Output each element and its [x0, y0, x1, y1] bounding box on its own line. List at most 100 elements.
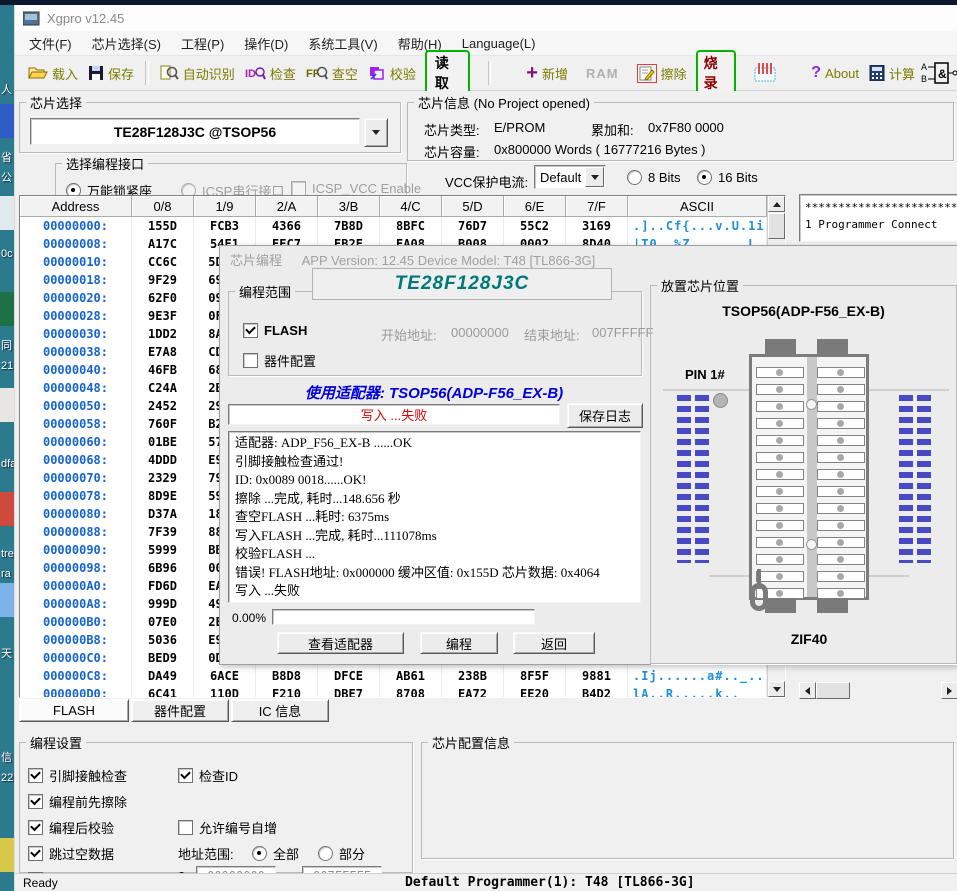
hex-data-cell[interactable]: FD6D: [132, 577, 194, 595]
hex-column-header[interactable]: 6/E: [504, 196, 566, 217]
hex-data-cell[interactable]: 1DD2: [132, 325, 194, 343]
toolbar-button-calc[interactable]: 计算: [864, 62, 920, 85]
hex-data-cell[interactable]: 8D9E: [132, 487, 194, 505]
chip-select-dropdown-button[interactable]: [364, 118, 388, 147]
hex-data-cell[interactable]: 46FB: [132, 361, 194, 379]
hex-column-header[interactable]: 7/F: [566, 196, 628, 217]
tab-flash[interactable]: FLASH: [19, 699, 129, 722]
hex-data-cell[interactable]: B8D8: [256, 667, 318, 685]
toolbar-button-save[interactable]: 保存: [83, 62, 139, 85]
hex-column-header[interactable]: 3/B: [318, 196, 380, 217]
hex-data-cell[interactable]: E7A8: [132, 343, 194, 361]
hex-data-cell[interactable]: AB61: [380, 667, 442, 685]
checkbox-box[interactable]: [243, 353, 258, 368]
hex-data-cell[interactable]: CC6C: [132, 253, 194, 271]
hex-data-cell[interactable]: DFCE: [318, 667, 380, 685]
toolbar-button-read[interactable]: 读取: [425, 50, 470, 96]
vcc-dropdown-button[interactable]: [585, 167, 604, 187]
hex-data-cell[interactable]: 9881: [566, 667, 628, 685]
hex-data-cell[interactable]: 7B8D: [318, 217, 380, 235]
horizontal-scrollbar[interactable]: [799, 682, 957, 699]
scrollbar-thumb[interactable]: [768, 213, 785, 239]
toolbar-button-auto-detect[interactable]: 自动识别: [155, 62, 240, 85]
hex-data-cell[interactable]: 110D: [194, 685, 256, 698]
device-config-range-checkbox[interactable]: 器件配置: [243, 351, 316, 370]
radio-dot[interactable]: [627, 170, 642, 185]
hex-data-cell[interactable]: 4366: [256, 217, 318, 235]
hex-data-cell[interactable]: FCB3: [194, 217, 256, 235]
hex-data-cell[interactable]: 4DDD: [132, 451, 194, 469]
toolbar-button-erase[interactable]: 擦除: [632, 62, 692, 85]
radio-dot[interactable]: [318, 846, 333, 861]
hex-data-cell[interactable]: EA72: [442, 685, 504, 698]
hex-data-cell[interactable]: DA49: [132, 667, 194, 685]
hex-data-cell[interactable]: DBE7: [318, 685, 380, 698]
toolbar-button-socket[interactable]: [748, 61, 782, 85]
settings-checkbox-2[interactable]: 编程前先擦除: [28, 792, 127, 811]
hex-data-cell[interactable]: 3169: [566, 217, 628, 235]
toolbar-button-add[interactable]: + 新增: [521, 62, 573, 85]
hex-data-cell[interactable]: EE20: [504, 685, 566, 698]
logic-gate-icon[interactable]: A B &: [920, 60, 957, 86]
hex-data-cell[interactable]: 9E3F: [132, 307, 194, 325]
operation-log[interactable]: 适配器: ADP_F56_EX-B ......OK引脚接触检查通过!ID: 0…: [228, 431, 641, 603]
hex-data-cell[interactable]: 6B96: [132, 559, 194, 577]
bits-8-radio[interactable]: 8 Bits: [627, 170, 681, 185]
toolbar-button-check-id[interactable]: ID 检查: [240, 62, 301, 85]
checkbox-box[interactable]: [178, 768, 193, 783]
flash-range-checkbox[interactable]: FLASH: [243, 323, 307, 338]
check-id-checkbox[interactable]: 检查ID: [178, 766, 238, 785]
hex-data-cell[interactable]: 2329: [132, 469, 194, 487]
hex-data-cell[interactable]: 999D: [132, 595, 194, 613]
hex-data-cell[interactable]: 9F29: [132, 271, 194, 289]
settings-checkbox-3[interactable]: 编程后校验: [28, 818, 114, 837]
hex-data-cell[interactable]: 5036: [132, 631, 194, 649]
hex-column-header[interactable]: 5/D: [442, 196, 504, 217]
checkbox-box[interactable]: [243, 323, 258, 338]
hex-data-cell[interactable]: F210: [256, 685, 318, 698]
toolbar-button-load[interactable]: 载入: [23, 62, 83, 85]
menu-item[interactable]: 芯片选择(S): [82, 31, 171, 56]
toolbar-button-verify[interactable]: 校验: [363, 62, 421, 85]
scroll-left-button[interactable]: [799, 682, 816, 699]
tab-device-config[interactable]: 器件配置: [131, 699, 229, 722]
hex-row[interactable]: 00000000:155DFCB343667B8D8BFC76D755C2316…: [20, 217, 769, 235]
hex-data-cell[interactable]: 8BFC: [380, 217, 442, 235]
view-adapter-button[interactable]: 查看适配器: [277, 632, 404, 654]
hex-column-header[interactable]: 4/C: [380, 196, 442, 217]
hex-column-header[interactable]: Address: [20, 196, 132, 217]
hex-data-cell[interactable]: 238B: [442, 667, 504, 685]
hex-row[interactable]: 000000D0:6C41110DF210DBE78708EA72EE20B4D…: [20, 685, 769, 698]
settings-checkbox-4[interactable]: 跳过空数据: [28, 844, 114, 863]
toolbar-button-about[interactable]: ? About: [806, 62, 864, 84]
scroll-right-button[interactable]: [941, 682, 957, 699]
save-log-button[interactable]: 保存日志: [567, 403, 643, 428]
hex-data-cell[interactable]: B4D2: [566, 685, 628, 698]
hex-data-cell[interactable]: 76D7: [442, 217, 504, 235]
scroll-up-button[interactable]: [768, 196, 785, 212]
toolbar-button-blank-check[interactable]: FF 查空: [301, 62, 363, 85]
hex-data-cell[interactable]: 5999: [132, 541, 194, 559]
hex-data-cell[interactable]: 6ACE: [194, 667, 256, 685]
radio-dot[interactable]: [697, 170, 712, 185]
scroll-down-button[interactable]: [768, 681, 785, 697]
radio-dot[interactable]: [252, 846, 267, 861]
program-button[interactable]: 编程: [420, 632, 498, 654]
hex-data-cell[interactable]: C24A: [132, 379, 194, 397]
hex-data-cell[interactable]: 62F0: [132, 289, 194, 307]
settings-checkbox-1[interactable]: 引脚接触检查: [28, 766, 127, 785]
checkbox-box[interactable]: [28, 794, 43, 809]
hex-column-header[interactable]: 0/8: [132, 196, 194, 217]
hex-data-cell[interactable]: D37A: [132, 505, 194, 523]
chip-select-combobox[interactable]: TE28F128J3C @TSOP56: [30, 118, 360, 145]
hex-data-cell[interactable]: 6C41: [132, 685, 194, 698]
hex-column-header[interactable]: 1/9: [194, 196, 256, 217]
title-bar[interactable]: Xgpro v12.45: [15, 5, 957, 31]
bits-16-radio[interactable]: 16 Bits: [697, 170, 758, 185]
menu-item[interactable]: 系统工具(V): [298, 31, 387, 56]
menu-item[interactable]: 工程(P): [171, 31, 234, 56]
hex-column-header[interactable]: 2/A: [256, 196, 318, 217]
hex-data-cell[interactable]: 7F39: [132, 523, 194, 541]
range-all-radio[interactable]: 全部: [252, 844, 299, 863]
hex-data-cell[interactable]: 155D: [132, 217, 194, 235]
